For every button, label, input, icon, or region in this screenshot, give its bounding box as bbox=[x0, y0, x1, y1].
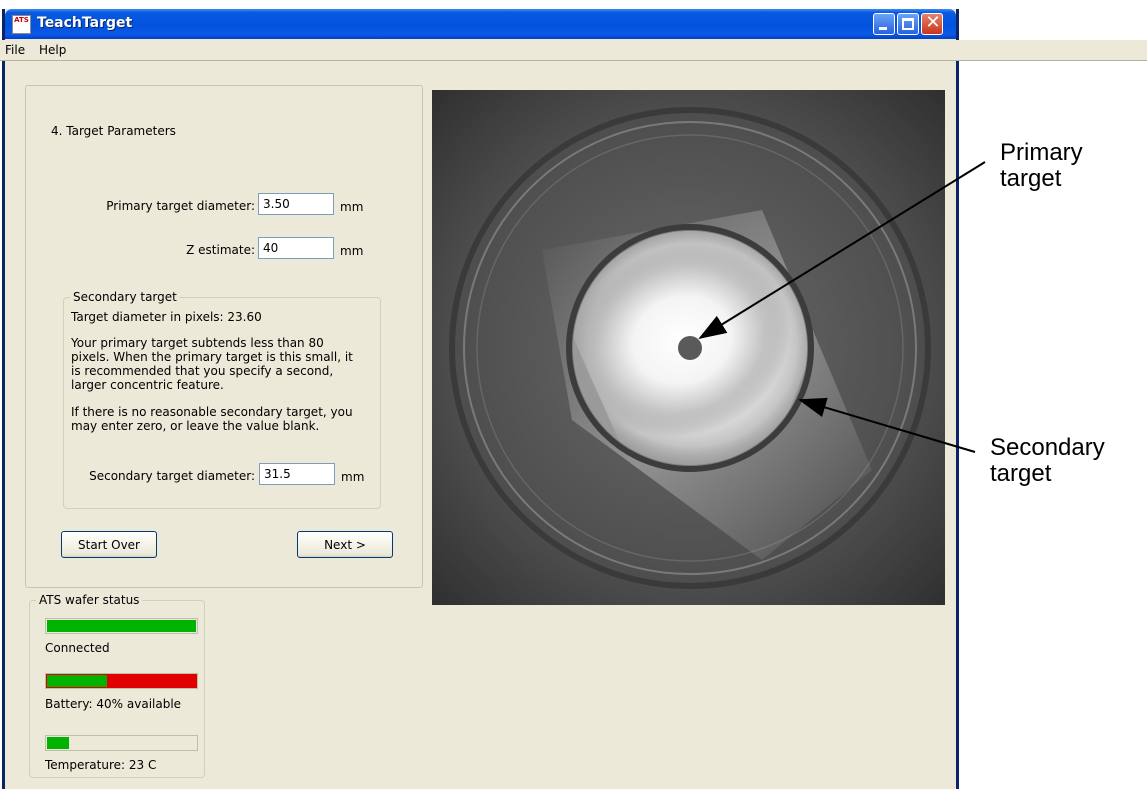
annotation-arrows bbox=[698, 161, 986, 453]
secondary-target-arrow bbox=[798, 397, 976, 453]
secondary-annotation-line2: target bbox=[990, 460, 1052, 487]
primary-annotation-line1: Primary bbox=[1000, 139, 1083, 166]
primary-annotation-line2: target bbox=[1000, 165, 1062, 192]
secondary-annotation-line1: Secondary bbox=[990, 434, 1105, 461]
primary-target-arrow bbox=[698, 161, 986, 340]
